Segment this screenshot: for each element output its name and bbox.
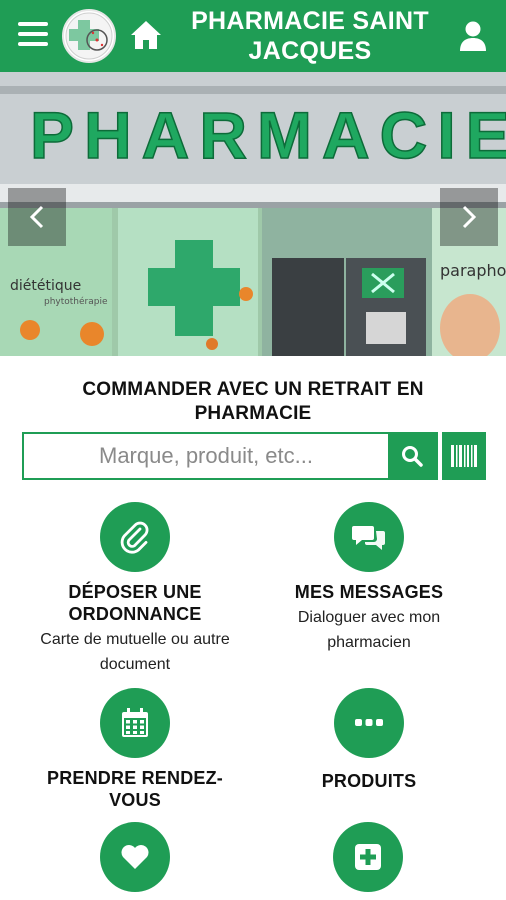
pharmacie-sign-text: PHARMACIE [30,98,506,172]
home-icon[interactable] [128,17,164,53]
heart-icon [121,845,149,869]
appointment-title-line-1: PRENDRE RENDEZ- [46,768,223,788]
appointment-tile[interactable]: PRENDRE RENDEZ- VOUS [15,688,255,811]
messages-tile[interactable]: MES MESSAGES Dialoguer avec mon pharmaci… [258,502,480,655]
chevron-right-icon [462,205,477,229]
page-title: PHARMACIE SAINT JACQUES [180,6,440,66]
order-title-line-1: COMMANDER AVEC UN RETRAIT EN [82,379,424,400]
search-button[interactable] [388,434,436,478]
paperclip-icon [120,521,149,554]
menu-icon[interactable] [18,22,48,48]
carousel-next-button[interactable] [440,188,498,246]
prescription-subtitle: Carte de mutuelle ou autre document [15,627,255,677]
chevron-left-icon [29,205,44,229]
prescription-title-line-1: DÉPOSER UNE [68,582,202,602]
chat-icon [352,526,385,550]
barcode-icon [451,445,477,467]
products-title: PRODUITS [321,771,417,791]
top-app-bar: PHARMACIE SAINT JACQUES [0,0,506,72]
pharmacy-logo [62,9,116,63]
favorites-tile[interactable] [100,822,170,892]
storefront-image: PHARMACIE diététique phytothérapie parap… [0,72,506,356]
messages-sub-line-2: pharmacien [327,634,411,651]
prescription-circle [100,502,170,572]
window-text-parapharmacie: parapho [440,261,506,280]
window-text-dietetique: diététique [10,278,81,294]
appointment-title-line-2: VOUS [109,790,161,810]
carousel-prev-button[interactable] [8,188,66,246]
window-text-phytotherapie: phytothérapie [44,296,108,307]
user-icon[interactable] [458,20,488,52]
product-search-bar [22,432,438,480]
products-tile[interactable]: PRODUITS [258,688,480,792]
add-tile[interactable] [333,822,403,892]
search-input[interactable] [24,434,388,478]
order-title-line-2: PHARMACIE [194,403,312,424]
ellipsis-icon [355,719,383,726]
messages-title: MES MESSAGES [294,582,444,602]
messages-sub-line-1: Dialoguer avec mon [297,609,441,626]
pharmacy-storefront-carousel: PHARMACIE diététique phytothérapie parap… [0,72,506,356]
products-circle [334,688,404,758]
title-line-1: PHARMACIE SAINT [191,7,429,35]
title-line-2: JACQUES [248,37,372,65]
appointment-circle [100,688,170,758]
add-circle [333,822,403,892]
prescription-title-line-2: ORDONNANCE [68,604,202,624]
order-section-title: COMMANDER AVEC UN RETRAIT EN PHARMACIE [20,378,486,426]
prescription-title: DÉPOSER UNE ORDONNANCE [15,581,255,625]
messages-subtitle: Dialoguer avec mon pharmacien [258,605,480,655]
prescription-sub-line-2: document [99,656,171,673]
plus-square-icon [355,844,381,870]
favorites-circle [100,822,170,892]
upload-prescription-tile[interactable]: DÉPOSER UNE ORDONNANCE Carte de mutuelle… [15,502,255,677]
search-icon [402,446,423,467]
prescription-sub-line-1: Carte de mutuelle ou autre [40,631,230,648]
calendar-icon [122,708,148,737]
barcode-scan-button[interactable] [442,432,486,480]
appointment-title: PRENDRE RENDEZ- VOUS [15,767,255,811]
messages-circle [334,502,404,572]
